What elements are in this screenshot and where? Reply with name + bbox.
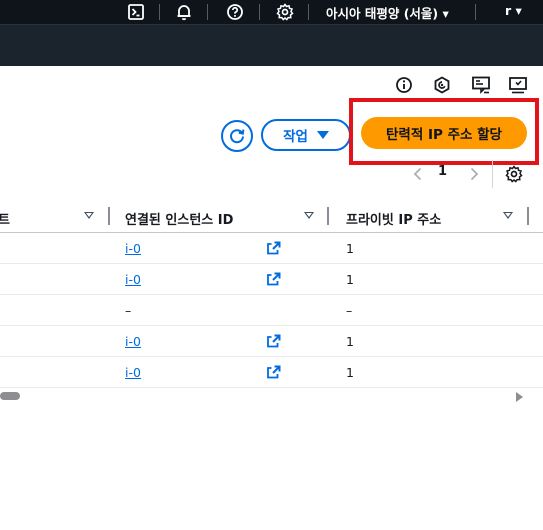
help-icon[interactable]: [225, 2, 245, 22]
table-row[interactable]: i-0 1: [0, 233, 543, 264]
private-ip-empty: –: [346, 303, 353, 318]
screen-icon[interactable]: [507, 74, 529, 96]
table-row[interactable]: i-0 1: [0, 357, 543, 388]
nav-divider: [207, 4, 208, 20]
column-divider[interactable]: [527, 207, 529, 225]
instance-id-link[interactable]: i-0: [125, 241, 141, 256]
next-page-icon[interactable]: [464, 163, 484, 185]
instance-id-link[interactable]: i-0: [125, 334, 141, 349]
table-header: 트 연결된 인스턴스 ID 프라이빗 IP 주소: [0, 200, 543, 233]
private-ip-cell: 1: [346, 241, 354, 256]
top-navigation: 아시아 태평양 (서울) ▾ r ▾: [0, 0, 543, 24]
caret-down-icon: [316, 131, 329, 139]
sort-icon[interactable]: [503, 212, 513, 219]
actions-dropdown-button[interactable]: 작업: [261, 119, 351, 151]
instance-id-empty: –: [125, 303, 132, 318]
column-divider[interactable]: [108, 207, 110, 225]
info-icon[interactable]: [393, 74, 415, 96]
external-link-icon[interactable]: [266, 334, 281, 348]
refresh-button[interactable]: [221, 120, 253, 152]
nav-divider: [159, 4, 160, 20]
gear-icon[interactable]: [275, 2, 295, 22]
sort-icon[interactable]: [84, 212, 94, 219]
pagination-divider: [492, 160, 493, 188]
current-page-number[interactable]: 1: [438, 164, 447, 179]
nav-divider: [259, 4, 260, 20]
column-header-private-ip[interactable]: 프라이빗 IP 주소: [346, 209, 441, 228]
private-ip-cell: 1: [346, 365, 354, 380]
secondary-navigation: [0, 24, 543, 66]
bell-icon[interactable]: [174, 2, 194, 22]
table-row[interactable]: i-0 1: [0, 264, 543, 295]
column-header-partial[interactable]: 트: [0, 209, 10, 228]
external-link-icon[interactable]: [266, 241, 281, 255]
nav-divider: [475, 4, 476, 20]
previous-page-icon[interactable]: [408, 163, 428, 185]
scroll-right-arrow-icon[interactable]: [516, 392, 523, 402]
hexagon-status-icon[interactable]: [431, 74, 453, 96]
private-ip-cell: 1: [346, 272, 354, 287]
table-settings-gear-icon[interactable]: [504, 164, 524, 184]
external-link-icon[interactable]: [266, 272, 281, 286]
refresh-icon: [228, 127, 246, 145]
instance-id-link[interactable]: i-0: [125, 365, 141, 380]
account-label: r: [505, 3, 512, 18]
region-selector[interactable]: 아시아 태평양 (서울) ▾: [326, 3, 449, 22]
private-ip-cell: 1: [346, 334, 354, 349]
table-row[interactable]: i-0 1: [0, 326, 543, 357]
instance-id-link[interactable]: i-0: [125, 272, 141, 287]
allocate-elastic-ip-button[interactable]: 탄력적 IP 주소 할당: [361, 117, 527, 149]
column-header-instance-id[interactable]: 연결된 인스턴스 ID: [125, 209, 233, 228]
horizontal-scrollbar-thumb[interactable]: [0, 392, 20, 400]
feedback-icon[interactable]: [470, 74, 492, 96]
actions-label: 작업: [283, 129, 308, 145]
external-link-icon[interactable]: [266, 365, 281, 379]
account-menu[interactable]: r ▾: [505, 3, 522, 18]
column-divider[interactable]: [327, 207, 329, 225]
cloudshell-icon[interactable]: [126, 2, 146, 22]
region-label: 아시아 태평양 (서울): [326, 6, 439, 21]
table-row[interactable]: – –: [0, 295, 543, 326]
sort-icon[interactable]: [304, 212, 314, 219]
nav-divider: [308, 4, 309, 20]
